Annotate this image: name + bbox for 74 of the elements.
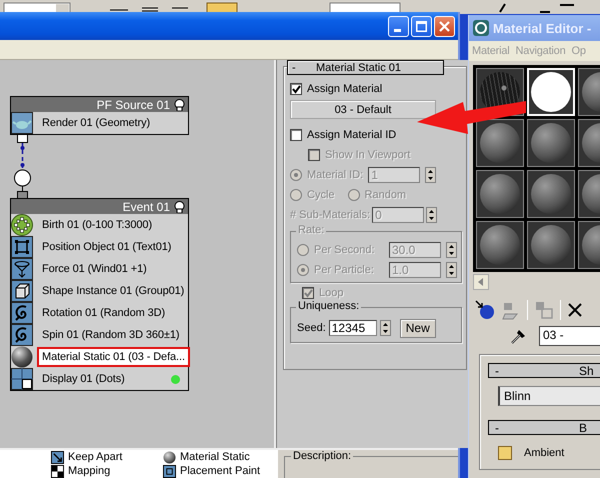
close-button[interactable] [434, 16, 455, 36]
operator-label[interactable]: Birth 01 (0-100 T:3000) [37, 215, 158, 235]
radio-label: Random [364, 189, 406, 201]
spinner-icon[interactable] [425, 167, 436, 183]
field-label: Seed: [297, 322, 326, 334]
status-dot [171, 374, 180, 384]
scroll-left-icon[interactable] [473, 274, 489, 290]
radio-label: Material ID: [307, 169, 364, 181]
minimize-button[interactable] [388, 16, 409, 36]
input-field[interactable]: 03 - [539, 326, 600, 346]
teapot-icon[interactable] [11, 112, 33, 134]
checkbox[interactable] [290, 129, 302, 141]
square-frame-icon[interactable] [11, 236, 33, 258]
spinner-icon[interactable] [446, 262, 457, 278]
operator-label[interactable]: Material Static 01 (03 - Defa... [37, 347, 190, 367]
depot-item[interactable]: Material Static [180, 451, 250, 464]
material-button[interactable]: 03 - Default [290, 100, 436, 119]
dotted-circle-icon[interactable] [11, 214, 33, 236]
node-title: Event 01 [122, 200, 170, 214]
operator-label[interactable]: Rotation 01 (Random 3D) [37, 303, 170, 323]
operator-label[interactable]: Render 01 (Geometry) [37, 113, 156, 133]
sphere-icon[interactable] [11, 346, 33, 368]
sphere-arrow-icon[interactable] [475, 300, 495, 320]
swirl-icon[interactable] [11, 302, 33, 324]
radio-label: Per Particle: [314, 264, 375, 276]
checkbox-label: Assign Material [307, 83, 382, 95]
cube-icon[interactable] [11, 280, 33, 302]
dropdown[interactable]: Blinn [498, 386, 600, 406]
input-field[interactable]: 12345 [328, 320, 377, 336]
maximize-button[interactable] [411, 16, 432, 36]
node-title: PF Source 01 [96, 98, 170, 112]
window-title: Material Editor - [493, 20, 592, 36]
operator-label[interactable]: Display 01 (Dots) [37, 369, 130, 389]
field-label: Ambient [524, 447, 564, 459]
group-title: Rate: [296, 224, 326, 236]
field-label: # Sub-Materials: [290, 209, 370, 221]
spinner-icon[interactable] [380, 320, 391, 336]
checker-icon[interactable] [51, 465, 64, 478]
operator-label[interactable]: Spin 01 (Random 3D 360±1) [37, 325, 184, 345]
tick-icon [304, 288, 312, 298]
bulb-icon[interactable] [174, 98, 185, 110]
minimize-icon [394, 28, 401, 32]
delete-icon[interactable] [567, 302, 583, 318]
spinner-icon[interactable] [446, 242, 457, 258]
bulb-icon[interactable] [174, 200, 185, 212]
sphere-icon[interactable] [163, 451, 176, 464]
spinner-icon[interactable] [426, 207, 438, 223]
depot-item[interactable]: Keep Apart [68, 451, 122, 464]
diagonal-arrow-icon[interactable] [51, 451, 64, 464]
new-button[interactable]: New [400, 318, 436, 338]
checkbox-label: Loop [319, 287, 344, 299]
group-title: Description: [291, 450, 354, 462]
checkbox[interactable] [290, 83, 302, 95]
radio-label: Per Second: [314, 244, 376, 256]
rollout-header-button[interactable]: - Sh [488, 363, 600, 378]
operator-label[interactable]: Position Object 01 (Text01) [37, 237, 176, 257]
swirl-icon[interactable] [11, 324, 33, 346]
depot-item[interactable]: Placement Paint [180, 465, 260, 478]
close-icon [439, 20, 450, 32]
checkbox-label: Show In Viewport [325, 149, 410, 161]
radio-label: Cycle [307, 189, 335, 201]
maximize-icon [416, 20, 427, 32]
grid-icon[interactable] [11, 368, 33, 390]
rollout-header-button[interactable]: - Material Static 01 [287, 60, 444, 75]
group-title: Uniqueness: [296, 300, 362, 312]
checkbox-label: Assign Material ID [307, 129, 396, 141]
operator-label[interactable]: Force 01 (Wind01 +1) [37, 259, 152, 279]
rollout-header-button[interactable]: - B [488, 420, 600, 435]
square-frame-icon[interactable] [163, 465, 176, 478]
tick-icon [292, 84, 300, 94]
depot-item[interactable]: Mapping [68, 465, 110, 478]
funnel-icon[interactable] [11, 258, 33, 280]
operator-label[interactable]: Shape Instance 01 (Group01) [37, 281, 190, 301]
app-logo-icon [473, 20, 489, 36]
